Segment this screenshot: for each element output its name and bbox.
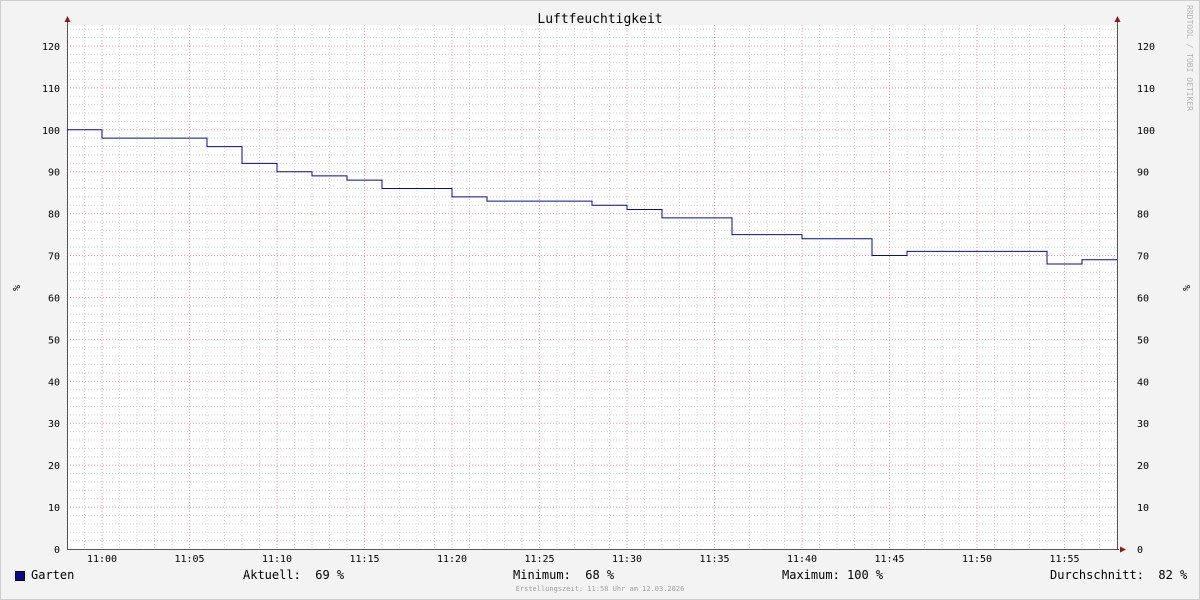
y-tick-label-right: 60 [1137,293,1149,304]
x-tick-labels: 11:00 11:05 11:10 11:15 11:20 11:25 11:30 11:35… [87,554,1080,565]
y-tick-label-right: 50 [1137,335,1149,346]
y-tick-label-right: 70 [1137,252,1149,263]
x-tick-label: 11:25 [524,554,554,565]
y-tick-label-right: 110 [1137,84,1155,95]
y-tick-label-left: 40 [48,377,60,388]
y-tick-label-right: 80 [1137,210,1149,221]
y-tick-label-right: 0 [1137,545,1143,556]
x-tick-label: 11:15 [349,554,379,565]
y-tick-label-right: 10 [1137,503,1149,514]
y-tick-label-left: 100 [42,126,60,137]
x-tick-label: 11:40 [787,554,817,565]
legend-swatch [15,570,25,581]
chart-title: Luftfeuchtigkeit [537,12,662,27]
y-axis-label-left: % [10,285,21,291]
y-tick-label-left: 0 [54,545,60,556]
x-tick-label: 11:30 [612,554,642,565]
x-tick-label: 11:55 [1049,554,1079,565]
chart-svg: 0 10 20 30 40 50 60 70 80 90 100 110 120 0 10 20 30 40 50… [10,5,1194,565]
y-tick-label-left: 60 [48,293,60,304]
y-right-tick-labels: 0 10 20 30 40 50 60 70 80 90 100 110 120 [1137,42,1155,556]
y-tick-label-right: 100 [1137,126,1155,137]
x-tick-label: 11:10 [262,554,292,565]
y-tick-label-right: 120 [1137,42,1155,53]
y-tick-label-left: 30 [48,419,60,430]
y-tick-label-left: 80 [48,210,60,221]
legend-average: Durchschnitt: 82 % [1050,568,1188,582]
y-tick-label-left: 20 [48,461,60,472]
y-tick-label-left: 120 [42,42,60,53]
y-tick-label-left: 70 [48,252,60,263]
y-tick-label-left: 10 [48,503,60,514]
y-axis-arrow-right [1114,16,1121,22]
y-tick-label-left: 110 [42,84,60,95]
footer-timestamp: Erstellungszeit: 11:58 Uhr am 12.03.2026 [515,585,685,593]
legend-series: Garten [15,568,74,582]
y-tick-label-right: 30 [1137,419,1149,430]
legend-series-name: Garten [31,568,75,582]
x-tick-label: 11:45 [874,554,904,565]
legend-current: Aktuell: 69 % [243,568,345,582]
y-left-tick-labels: 0 10 20 30 40 50 60 70 80 90 100 110 120 [42,42,60,556]
y-axis-arrow-left [64,16,71,22]
x-tick-label: 11:00 [87,554,117,565]
y-axis-label-right: % [1180,285,1191,291]
legend-minimum: Minimum: 68 % [513,568,615,582]
x-tick-label: 11:50 [962,554,992,565]
watermark: RRDTOOL / TOBI OETIKER [1185,5,1194,111]
y-tick-label-left: 50 [48,335,60,346]
legend-maximum: Maximum: 100 % [782,568,884,582]
x-tick-label: 11:05 [174,554,204,565]
x-tick-label: 11:20 [437,554,467,565]
y-tick-label-right: 90 [1137,168,1149,179]
y-tick-label-left: 90 [48,168,60,179]
x-axis-arrow [1120,546,1126,553]
x-tick-label: 11:35 [699,554,729,565]
y-tick-label-right: 40 [1137,377,1149,388]
y-tick-label-right: 20 [1137,461,1149,472]
